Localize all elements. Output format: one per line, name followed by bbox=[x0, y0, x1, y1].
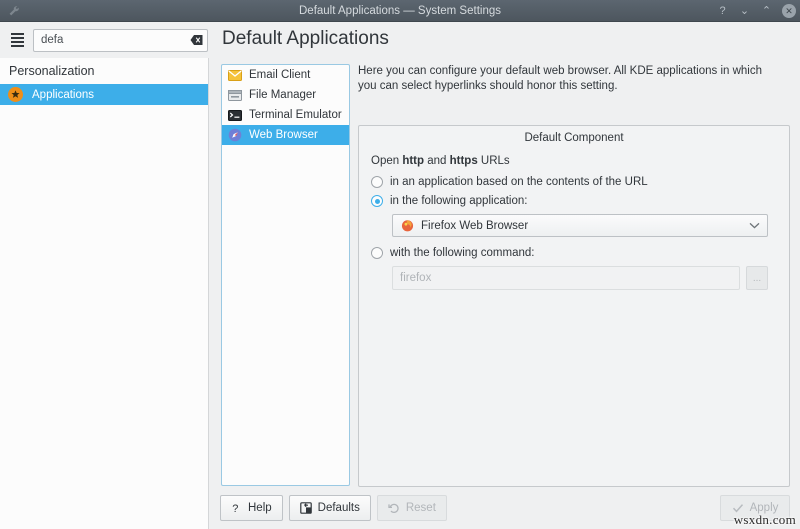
components-list[interactable]: Email Client File Manager Terminal Emula… bbox=[221, 64, 350, 486]
hamburger-menu-icon[interactable] bbox=[4, 27, 30, 53]
sidebar-item-applications[interactable]: Applications bbox=[0, 84, 208, 105]
undo-arrow-icon bbox=[388, 502, 400, 514]
window-title: Default Applications — System Settings bbox=[299, 4, 501, 17]
defaults-button[interactable]: Defaults bbox=[288, 494, 371, 521]
open-urls-https: https bbox=[449, 155, 478, 167]
list-item-terminal-emulator[interactable]: Terminal Emulator bbox=[222, 105, 349, 125]
title-bar: Default Applications — System Settings ?… bbox=[0, 0, 800, 22]
open-urls-label: Open http and https URLs bbox=[371, 155, 777, 167]
radio-option-following-command[interactable]: with the following command: bbox=[371, 247, 777, 259]
list-item-label: Email Client bbox=[249, 69, 311, 81]
open-urls-suffix: URLs bbox=[477, 155, 510, 167]
list-item-label: Terminal Emulator bbox=[249, 109, 342, 121]
groupbox-title: Default Component bbox=[524, 132, 624, 144]
radio-button-unchecked[interactable] bbox=[371, 247, 383, 259]
window-close-button[interactable]: ✕ bbox=[782, 4, 796, 18]
selected-browser-label: Firefox Web Browser bbox=[421, 219, 529, 232]
radio-option-following-application[interactable]: in the following application: bbox=[371, 195, 777, 207]
open-urls-and: and bbox=[424, 155, 450, 167]
checkmark-icon bbox=[732, 502, 744, 514]
list-item-file-manager[interactable]: File Manager bbox=[222, 85, 349, 105]
button-bar: ? Help Defaults Reset Apply bbox=[210, 486, 800, 529]
reset-button-label: Reset bbox=[405, 501, 436, 514]
restore-defaults-icon bbox=[299, 501, 312, 514]
search-field-wrapper bbox=[33, 28, 208, 52]
description-text: Here you can configure your default web … bbox=[358, 65, 762, 92]
radio-label: in an application based on the contents … bbox=[390, 176, 648, 188]
main-content: Here you can configure your default web … bbox=[358, 64, 790, 94]
help-button-label: Help bbox=[248, 501, 272, 514]
browse-button[interactable]: ... bbox=[746, 266, 768, 290]
star-icon bbox=[8, 87, 23, 102]
window-minimize-button[interactable]: ⌄ bbox=[738, 5, 751, 18]
apply-button-label: Apply bbox=[749, 501, 779, 514]
open-urls-prefix: Open bbox=[371, 155, 403, 167]
radio-label: with the following command: bbox=[390, 247, 535, 259]
envelope-icon bbox=[227, 67, 243, 83]
window-maximize-button[interactable]: ⌃ bbox=[760, 5, 773, 18]
radio-option-based-on-url[interactable]: in an application based on the contents … bbox=[371, 176, 777, 188]
list-item-web-browser[interactable]: Web Browser bbox=[222, 125, 349, 145]
terminal-icon bbox=[227, 107, 243, 123]
command-row: ... bbox=[392, 266, 777, 290]
chevron-down-icon bbox=[749, 221, 760, 231]
sidebar-category-header: Personalization bbox=[9, 64, 95, 78]
apply-button: Apply bbox=[720, 494, 790, 521]
firefox-icon bbox=[399, 218, 415, 234]
defaults-button-label: Defaults bbox=[317, 501, 360, 514]
radio-button-checked[interactable] bbox=[371, 195, 383, 207]
list-item-label: Web Browser bbox=[249, 129, 318, 141]
radio-button-unchecked[interactable] bbox=[371, 176, 383, 188]
command-input[interactable] bbox=[392, 266, 740, 290]
sidebar-item-label: Applications bbox=[32, 88, 95, 101]
browser-combobox[interactable]: Firefox Web Browser bbox=[392, 214, 768, 237]
window-help-button[interactable]: ? bbox=[716, 5, 729, 18]
list-item-email-client[interactable]: Email Client bbox=[222, 65, 349, 85]
list-item-label: File Manager bbox=[249, 89, 317, 101]
search-input[interactable] bbox=[33, 28, 208, 52]
wrench-icon bbox=[3, 0, 25, 22]
radio-label: in the following application: bbox=[390, 195, 528, 207]
question-mark-icon: ? bbox=[231, 502, 242, 514]
compass-icon bbox=[227, 127, 243, 143]
open-urls-http: http bbox=[402, 155, 425, 167]
clear-text-icon[interactable] bbox=[190, 35, 203, 46]
window-controls: ? ⌄ ⌃ ✕ bbox=[716, 0, 796, 22]
reset-button: Reset bbox=[376, 494, 447, 521]
svg-text:?: ? bbox=[232, 503, 238, 514]
page-title: Default Applications bbox=[222, 28, 389, 49]
help-button[interactable]: ? Help bbox=[220, 494, 283, 521]
default-component-groupbox: Default Component Open http and https UR… bbox=[358, 125, 790, 487]
sidebar: Personalization Applications bbox=[0, 58, 209, 529]
folder-window-icon bbox=[227, 87, 243, 103]
toolbar bbox=[0, 22, 800, 58]
system-settings-window: Default Applications — System Settings ?… bbox=[0, 0, 800, 529]
